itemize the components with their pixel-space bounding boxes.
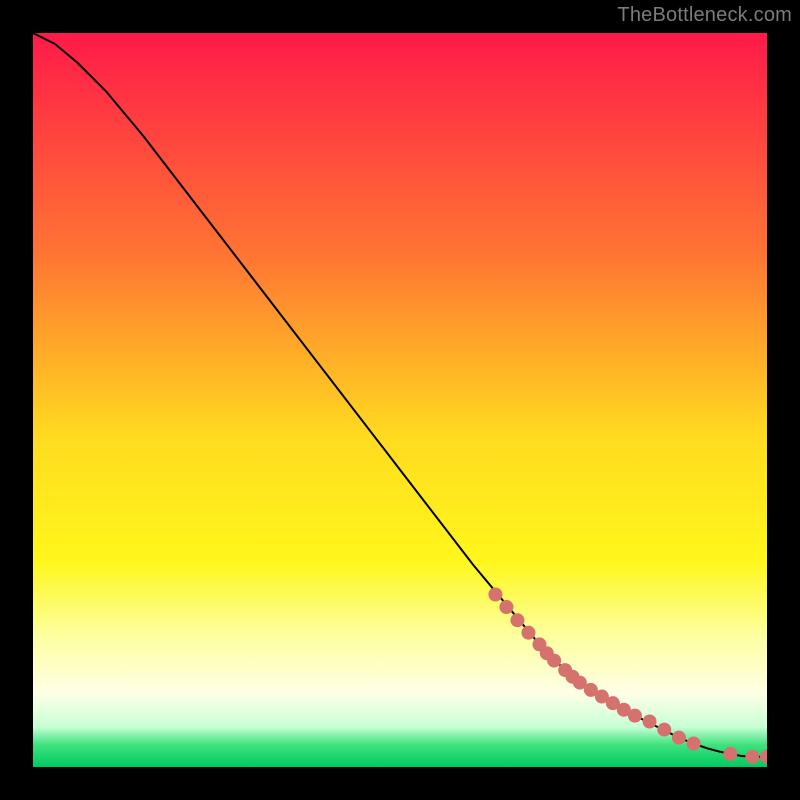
data-point [499,600,513,614]
data-point [488,588,502,602]
data-point [510,613,524,627]
plot-svg [33,33,767,767]
data-point [672,731,686,745]
data-point [723,747,737,761]
data-point [628,709,642,723]
data-point [643,714,657,728]
data-point [745,750,759,764]
attribution-label: TheBottleneck.com [617,4,792,27]
plot-area [33,33,767,767]
chart-frame: TheBottleneck.com [0,0,800,800]
data-point [657,723,671,737]
data-point [687,737,701,751]
data-point [521,626,535,640]
gradient-background [33,33,767,767]
data-point [547,654,561,668]
